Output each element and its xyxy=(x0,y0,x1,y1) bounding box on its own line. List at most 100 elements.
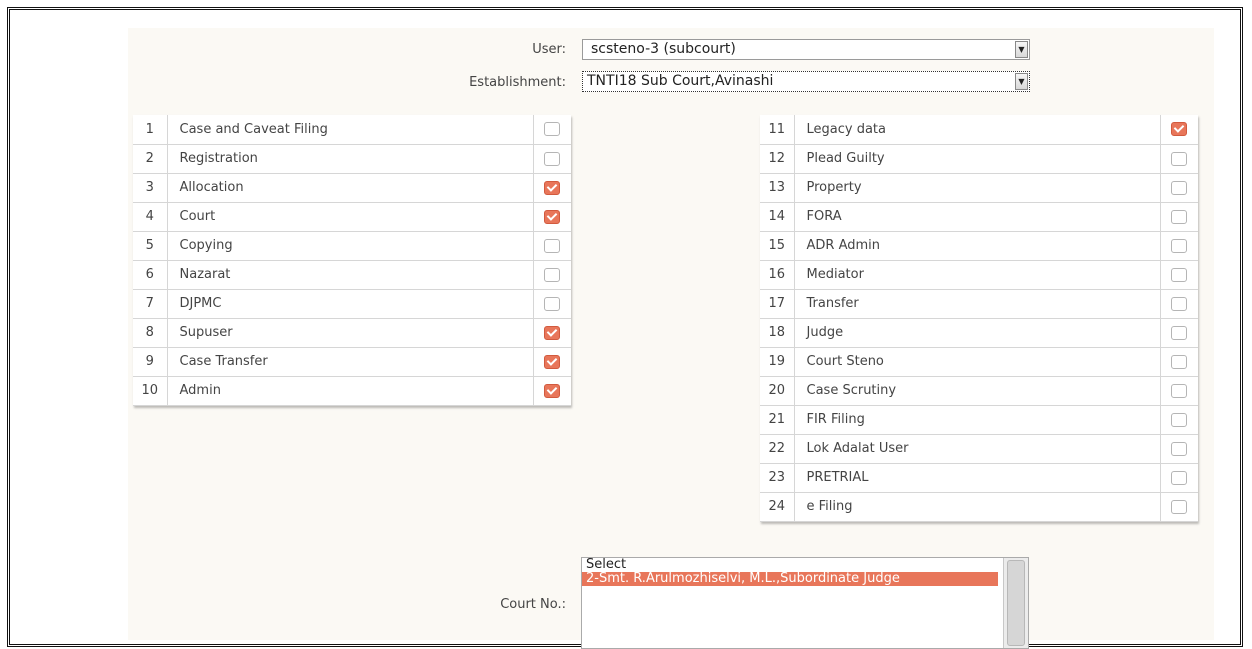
role-row: 2 Registration xyxy=(133,144,571,174)
role-checkbox[interactable] xyxy=(1171,412,1188,427)
chevron-down-icon[interactable]: ▼ xyxy=(1015,41,1028,58)
role-number: 5 xyxy=(133,231,168,261)
role-checkbox[interactable] xyxy=(1171,296,1188,311)
role-name: Copying xyxy=(167,231,534,261)
role-checkbox-cell xyxy=(533,260,571,290)
role-row: 15 ADR Admin xyxy=(760,231,1198,261)
role-name: Case and Caveat Filing xyxy=(167,115,534,145)
role-row: 3 Allocation xyxy=(133,173,571,203)
role-checkbox[interactable] xyxy=(1171,499,1188,514)
role-name: Admin xyxy=(167,376,534,406)
role-checkbox-cell xyxy=(533,318,571,348)
role-checkbox[interactable] xyxy=(1171,180,1188,195)
role-row: 5 Copying xyxy=(133,231,571,261)
role-name: Nazarat xyxy=(167,260,534,290)
role-number: 15 xyxy=(760,231,795,261)
role-row: 1 Case and Caveat Filing xyxy=(133,115,571,145)
role-row: 23 PRETRIAL xyxy=(760,463,1198,493)
role-name: Case Scrutiny xyxy=(794,376,1161,406)
role-checkbox-cell xyxy=(533,144,571,174)
role-number: 12 xyxy=(760,144,795,174)
role-checkbox-cell xyxy=(533,202,571,232)
role-row: 12 Plead Guilty xyxy=(760,144,1198,174)
role-number: 16 xyxy=(760,260,795,290)
establishment-label: Establishment: xyxy=(469,75,566,90)
role-checkbox-cell xyxy=(533,289,571,319)
role-number: 21 xyxy=(760,405,795,435)
court-no-listbox[interactable]: Select 2-Smt. R.Arulmozhiselvi, M.L.,Sub… xyxy=(581,557,1029,649)
role-number: 10 xyxy=(133,376,168,406)
listbox-scrollbar[interactable] xyxy=(1003,558,1028,648)
role-number: 7 xyxy=(133,289,168,319)
role-checkbox[interactable] xyxy=(1171,151,1188,166)
role-number: 11 xyxy=(760,115,795,145)
role-checkbox-cell xyxy=(533,231,571,261)
role-name: Court Steno xyxy=(794,347,1161,377)
role-row: 4 Court xyxy=(133,202,571,232)
user-select[interactable]: scsteno-3 (subcourt) ▼ xyxy=(582,39,1030,60)
role-checkbox[interactable] xyxy=(544,209,561,224)
role-number: 2 xyxy=(133,144,168,174)
role-name: FIR Filing xyxy=(794,405,1161,435)
role-checkbox[interactable] xyxy=(1171,122,1188,137)
role-row: 16 Mediator xyxy=(760,260,1198,290)
role-checkbox[interactable] xyxy=(544,267,561,282)
role-name: ADR Admin xyxy=(794,231,1161,261)
role-row: 19 Court Steno xyxy=(760,347,1198,377)
role-checkbox[interactable] xyxy=(544,296,561,311)
role-checkbox-cell xyxy=(1160,144,1198,174)
role-row: 21 FIR Filing xyxy=(760,405,1198,435)
role-row: 6 Nazarat xyxy=(133,260,571,290)
role-number: 19 xyxy=(760,347,795,377)
role-checkbox[interactable] xyxy=(544,151,561,166)
role-row: 10 Admin xyxy=(133,376,571,406)
court-option-selected[interactable]: 2-Smt. R.Arulmozhiselvi, M.L.,Subordinat… xyxy=(582,572,998,586)
role-checkbox[interactable] xyxy=(544,180,561,195)
role-name: PRETRIAL xyxy=(794,463,1161,493)
role-checkbox[interactable] xyxy=(1171,441,1188,456)
role-checkbox[interactable] xyxy=(1171,267,1188,282)
role-row: 13 Property xyxy=(760,173,1198,203)
role-checkbox-cell xyxy=(533,376,571,406)
role-checkbox[interactable] xyxy=(544,238,561,253)
role-checkbox[interactable] xyxy=(544,325,561,340)
role-checkbox[interactable] xyxy=(1171,209,1188,224)
role-name: FORA xyxy=(794,202,1161,232)
role-name: Allocation xyxy=(167,173,534,203)
role-checkbox-cell xyxy=(1160,173,1198,203)
role-checkbox[interactable] xyxy=(1171,354,1188,369)
role-row: 7 DJPMC xyxy=(133,289,571,319)
role-number: 13 xyxy=(760,173,795,203)
role-name: Supuser xyxy=(167,318,534,348)
role-checkbox-cell xyxy=(1160,492,1198,522)
court-option-select[interactable]: Select xyxy=(582,558,998,572)
establishment-select[interactable]: TNTI18 Sub Court,Avinashi ▼ xyxy=(582,71,1030,92)
role-checkbox[interactable] xyxy=(1171,238,1188,253)
scrollbar-thumb[interactable] xyxy=(1007,560,1025,646)
role-checkbox[interactable] xyxy=(1171,383,1188,398)
role-name: Legacy data xyxy=(794,115,1161,145)
role-number: 4 xyxy=(133,202,168,232)
role-name: Case Transfer xyxy=(167,347,534,377)
role-row: 24 e Filing xyxy=(760,492,1198,522)
establishment-select-value: TNTI18 Sub Court,Avinashi xyxy=(587,73,774,89)
role-name: e Filing xyxy=(794,492,1161,522)
role-checkbox[interactable] xyxy=(544,122,561,137)
role-checkbox-cell xyxy=(533,173,571,203)
role-number: 23 xyxy=(760,463,795,493)
role-checkbox-cell xyxy=(1160,115,1198,145)
role-name: Judge xyxy=(794,318,1161,348)
role-checkbox[interactable] xyxy=(544,354,561,369)
role-number: 9 xyxy=(133,347,168,377)
role-checkbox[interactable] xyxy=(1171,325,1188,340)
role-row: 14 FORA xyxy=(760,202,1198,232)
role-number: 20 xyxy=(760,376,795,406)
role-checkbox-cell xyxy=(1160,202,1198,232)
chevron-down-icon[interactable]: ▼ xyxy=(1015,73,1028,90)
user-select-value: scsteno-3 (subcourt) xyxy=(591,41,736,57)
role-number: 17 xyxy=(760,289,795,319)
role-checkbox[interactable] xyxy=(544,383,561,398)
role-name: Mediator xyxy=(794,260,1161,290)
role-checkbox[interactable] xyxy=(1171,470,1188,485)
role-name: Plead Guilty xyxy=(794,144,1161,174)
